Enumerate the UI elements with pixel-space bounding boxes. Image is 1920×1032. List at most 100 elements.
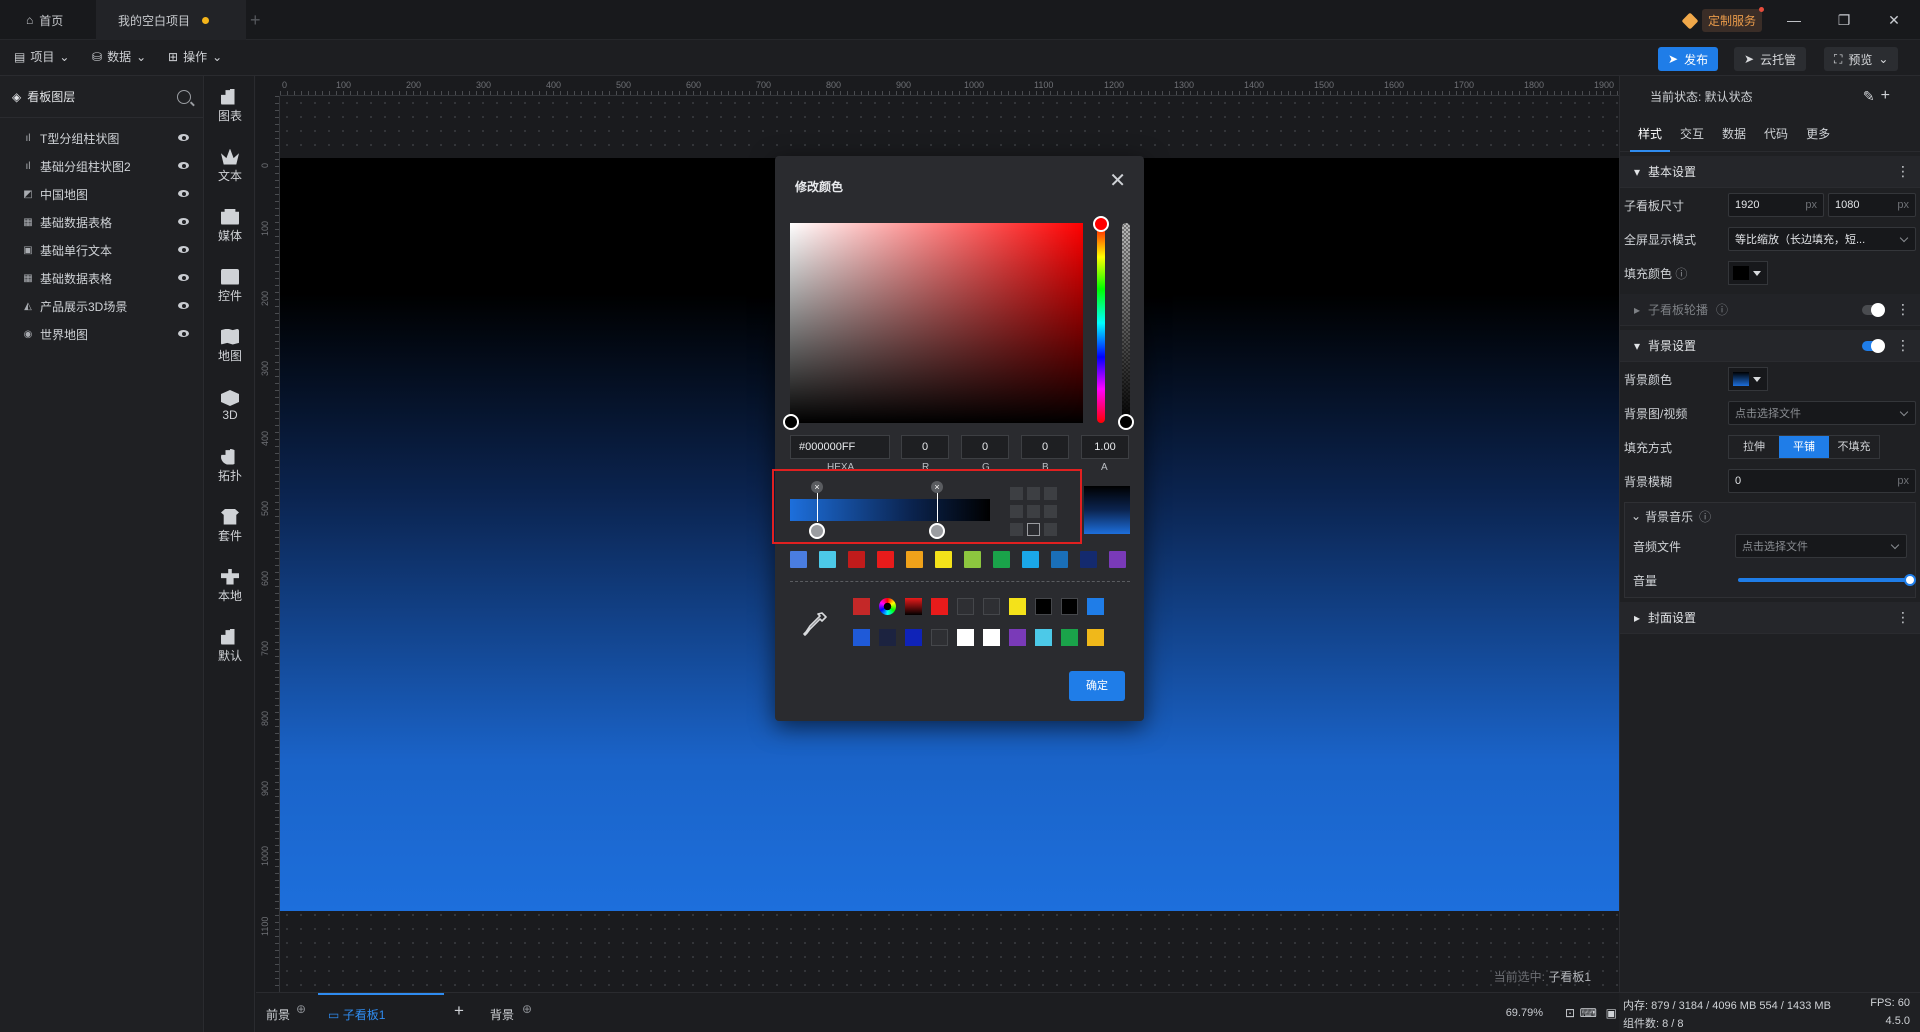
search-icon[interactable]	[177, 89, 191, 104]
comp-3d[interactable]: 3D	[205, 376, 255, 436]
carousel-toggle[interactable]	[1862, 303, 1885, 317]
fill-mode-none[interactable]: 不填充	[1829, 436, 1879, 458]
recent-swatch[interactable]	[853, 598, 870, 615]
add-background-icon[interactable]: ⊕	[522, 1002, 532, 1016]
a-input[interactable]: 1.00	[1081, 435, 1129, 459]
keyboard-icon[interactable]: ⌨	[1580, 1006, 1597, 1020]
menu-project[interactable]: ▤ 项目 ⌄	[14, 48, 69, 65]
fit-screen-icon[interactable]: ⊡	[1565, 1006, 1575, 1020]
eye-icon[interactable]	[178, 190, 189, 197]
recent-swatch[interactable]	[1087, 598, 1104, 615]
fullscreen-select[interactable]: 等比缩放（长边填充，短...	[1728, 227, 1916, 251]
preset-swatch[interactable]	[848, 551, 865, 568]
preview-button[interactable]: ⛶ 预览 ⌄	[1824, 47, 1899, 71]
fill-mode-stretch[interactable]: 拉伸	[1729, 436, 1779, 458]
recent-swatch[interactable]	[957, 598, 974, 615]
preset-swatch[interactable]	[964, 551, 981, 568]
eye-icon[interactable]	[178, 246, 189, 253]
recent-swatch[interactable]	[1061, 629, 1078, 646]
bg-toggle[interactable]	[1862, 339, 1885, 353]
new-tab-button[interactable]: +	[250, 10, 261, 31]
comp-local[interactable]: 本地	[205, 556, 255, 616]
comp-topology[interactable]: 拓扑	[205, 436, 255, 496]
preset-swatch[interactable]	[1080, 551, 1097, 568]
layer-item[interactable]: ▦ 基础数据表格	[0, 208, 203, 236]
help-icon[interactable]: ⓘ	[1675, 267, 1687, 281]
more-icon[interactable]: ⋮	[1896, 302, 1910, 316]
tab-home[interactable]: ⌂ 首页	[16, 0, 92, 40]
menu-ops[interactable]: ⊞ 操作 ⌄	[168, 48, 222, 65]
cloud-hosting-button[interactable]: ➤ 云托管	[1734, 47, 1807, 71]
comp-media[interactable]: 媒体	[205, 196, 255, 256]
close-icon[interactable]: ✕	[1109, 168, 1126, 193]
preset-swatch[interactable]	[1051, 551, 1068, 568]
tab-interaction[interactable]: 交互	[1680, 116, 1704, 152]
recent-swatch[interactable]	[853, 629, 870, 646]
recent-swatch[interactable]	[1035, 629, 1052, 646]
eye-icon[interactable]	[178, 330, 189, 337]
hue-slider[interactable]	[1097, 223, 1105, 423]
bg-media-select[interactable]: 点击选择文件	[1728, 401, 1916, 425]
g-input[interactable]: 0	[961, 435, 1009, 459]
more-icon[interactable]: ⋮	[1896, 610, 1910, 624]
bg-blur-input[interactable]: 0 px	[1728, 469, 1916, 493]
add-board-button[interactable]: +	[454, 1001, 464, 1021]
preset-swatch[interactable]	[790, 551, 807, 568]
recent-swatch[interactable]	[1009, 629, 1026, 646]
bg-settings-section[interactable]: ▾ 背景设置 ⋮	[1620, 330, 1920, 362]
tab-more[interactable]: 更多	[1806, 116, 1830, 152]
add-foreground-icon[interactable]: ⊕	[296, 1002, 306, 1016]
recent-swatch[interactable]	[1087, 629, 1104, 646]
more-icon[interactable]: ⋮	[1896, 338, 1910, 352]
recent-swatch[interactable]	[905, 598, 922, 615]
eye-icon[interactable]	[178, 162, 189, 169]
alpha-slider[interactable]	[1122, 223, 1130, 423]
custom-service-button[interactable]: 定制服务	[1681, 7, 1765, 32]
layer-item[interactable]: ◉ 世界地图	[0, 320, 203, 348]
help-icon[interactable]: ⓘ	[1699, 508, 1711, 525]
height-input[interactable]: 1080 px	[1828, 193, 1916, 217]
recent-swatch[interactable]	[1061, 598, 1078, 615]
preset-swatch[interactable]	[993, 551, 1010, 568]
recent-swatch[interactable]	[931, 598, 948, 615]
recent-swatch[interactable]	[879, 629, 896, 646]
eyedropper-icon[interactable]	[802, 611, 828, 641]
tab-code[interactable]: 代码	[1764, 116, 1788, 152]
cover-section[interactable]: ▸ 封面设置 ⋮	[1620, 602, 1920, 634]
recent-swatch[interactable]	[879, 598, 896, 615]
preset-swatch[interactable]	[906, 551, 923, 568]
preset-swatch[interactable]	[935, 551, 952, 568]
recent-swatch[interactable]	[905, 629, 922, 646]
comp-text[interactable]: 文本	[205, 136, 255, 196]
comp-default[interactable]: 默认	[205, 616, 255, 676]
alpha-handle[interactable]	[1118, 414, 1134, 430]
preset-swatch[interactable]	[819, 551, 836, 568]
audio-file-select[interactable]: 点击选择文件	[1735, 534, 1907, 558]
plus-icon[interactable]: +	[1881, 87, 1890, 105]
eye-icon[interactable]	[178, 218, 189, 225]
hue-handle[interactable]	[1093, 216, 1109, 232]
layer-item[interactable]: ▣ 基础单行文本	[0, 236, 203, 264]
confirm-button[interactable]: 确定	[1069, 671, 1125, 701]
zoom-level[interactable]: 69.79%	[1506, 1007, 1543, 1019]
close-window-button[interactable]: ✕	[1882, 8, 1906, 32]
restore-button[interactable]: ❐	[1832, 8, 1856, 32]
basic-settings-section[interactable]: ▾ 基本设置 ⋮	[1620, 156, 1920, 188]
recent-swatch[interactable]	[957, 629, 974, 646]
eye-icon[interactable]	[178, 134, 189, 141]
tab-foreground[interactable]: 前景	[266, 1006, 290, 1023]
comp-chart[interactable]: 图表	[205, 76, 255, 136]
publish-button[interactable]: ➤ 发布	[1658, 47, 1719, 71]
bg-music-header[interactable]: ⌄ 背景音乐 ⓘ	[1625, 503, 1915, 529]
eye-icon[interactable]	[178, 274, 189, 281]
fill-color-picker[interactable]	[1728, 261, 1768, 285]
layer-item[interactable]: ıl T型分组柱状图	[0, 124, 203, 152]
layer-item[interactable]: ▦ 基础数据表格	[0, 264, 203, 292]
recent-swatch[interactable]	[983, 598, 1000, 615]
recent-swatch[interactable]	[1035, 598, 1052, 615]
width-input[interactable]: 1920 px	[1728, 193, 1824, 217]
comp-map[interactable]: 地图	[205, 316, 255, 376]
comp-control[interactable]: 控件	[205, 256, 255, 316]
tab-background[interactable]: 背景	[490, 1006, 514, 1023]
preset-swatch[interactable]	[1022, 551, 1039, 568]
